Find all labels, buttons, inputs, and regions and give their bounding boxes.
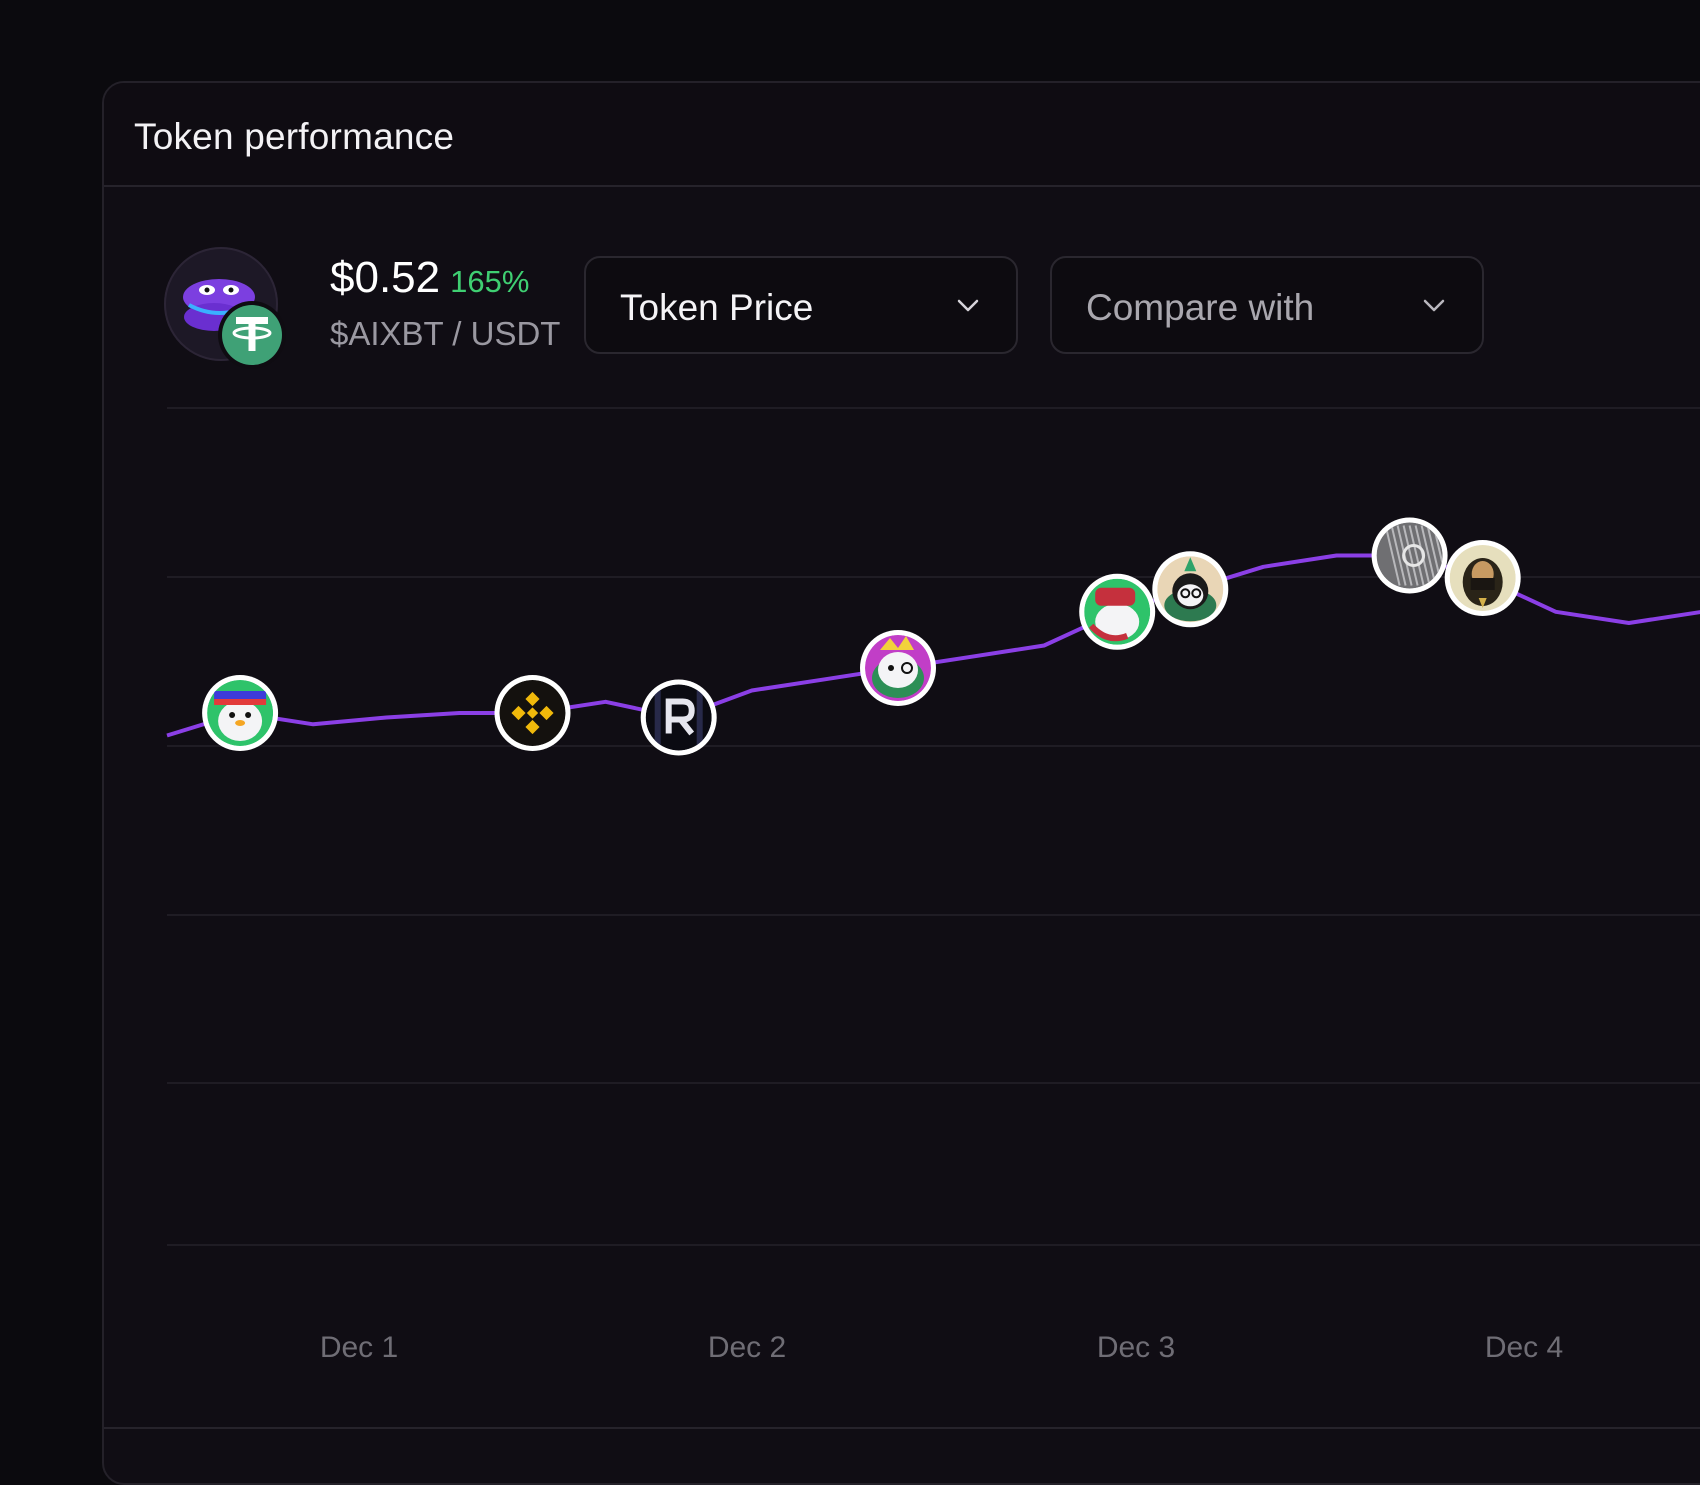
- chevron-down-icon: [957, 299, 979, 312]
- compare-with-dropdown[interactable]: Compare with: [1050, 256, 1484, 354]
- price-change-badge: 165%: [450, 264, 530, 299]
- penguin-glasses-avatar-marker[interactable]: [1152, 551, 1229, 628]
- penguin-mohawk-avatar-marker[interactable]: [860, 630, 936, 706]
- chevron-down-icon: [1423, 299, 1445, 312]
- r-logo-marker[interactable]: [640, 679, 717, 756]
- metric-dropdown[interactable]: Token Price: [584, 256, 1018, 354]
- penguin-cap-avatar-marker[interactable]: [1079, 573, 1156, 650]
- x-tick-label: Dec 1: [320, 1331, 398, 1364]
- trading-pair: $AIXBT / USDT: [330, 315, 561, 352]
- masked-avatar-marker[interactable]: [1444, 540, 1521, 616]
- binance-logo-marker[interactable]: [494, 675, 571, 751]
- token-avatar: [164, 247, 286, 369]
- x-tick-label: Dec 4: [1485, 1331, 1563, 1364]
- sculpture-avatar-marker[interactable]: [1371, 517, 1448, 594]
- token-price: $0.52: [330, 253, 441, 302]
- x-tick-label: Dec 3: [1097, 1331, 1175, 1364]
- token-performance-panel: Token performance Dec 1 Dec 2 Dec 3 Dec 4: [102, 81, 1700, 1485]
- token-price-row: $0.52 165%: [330, 253, 529, 303]
- usdt-tether-icon: [218, 301, 286, 369]
- metric-dropdown-value: Token Price: [620, 287, 814, 328]
- penguin-avatar-marker[interactable]: [202, 675, 279, 751]
- compare-dropdown-placeholder: Compare with: [1086, 287, 1315, 328]
- x-tick-label: Dec 2: [708, 1331, 786, 1364]
